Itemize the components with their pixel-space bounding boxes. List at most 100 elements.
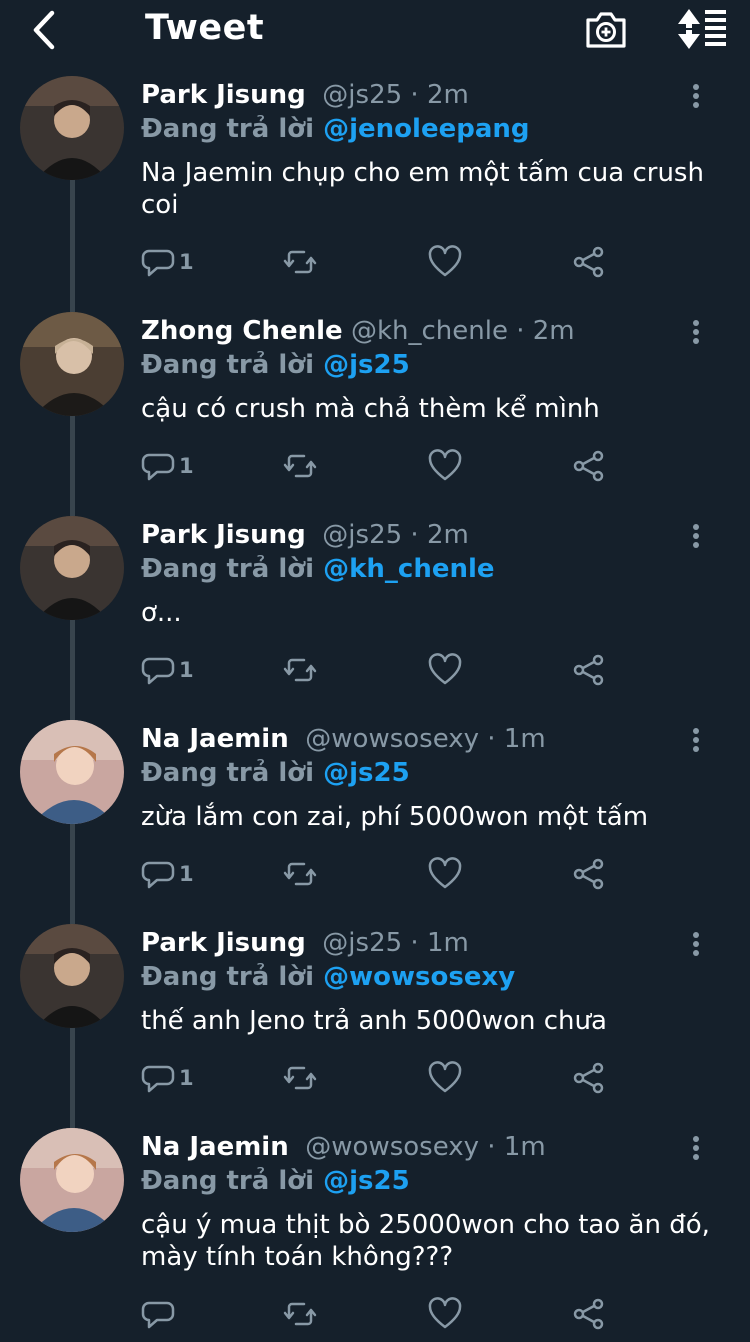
thread-line	[70, 1028, 75, 1128]
retweet-button[interactable]	[283, 244, 317, 280]
author-name[interactable]: Na Jaemin	[141, 724, 289, 754]
more-vertical-icon[interactable]	[688, 522, 704, 552]
camera-plus-icon[interactable]	[584, 8, 628, 50]
author-handle[interactable]: @wowsosexy	[305, 1132, 479, 1162]
share-button[interactable]	[572, 652, 606, 688]
author-name[interactable]: Park Jisung	[141, 928, 306, 958]
reply-icon	[141, 657, 175, 685]
reply-button[interactable]: 1	[141, 856, 194, 892]
retweet-icon	[283, 862, 317, 886]
replying-label: Đang trả lời	[141, 962, 315, 992]
replying-label: Đang trả lời	[141, 114, 315, 144]
retweet-button[interactable]	[283, 1296, 317, 1332]
reply-count: 1	[179, 658, 194, 682]
like-button[interactable]	[428, 1060, 462, 1096]
timestamp: 2m	[426, 80, 469, 110]
author-handle[interactable]: @js25	[322, 80, 402, 110]
avatar[interactable]	[20, 924, 124, 1028]
more-vertical-icon[interactable]	[688, 82, 704, 112]
like-button[interactable]	[428, 448, 462, 484]
tweet-text: cậu có crush mà chả thèm kể mình	[141, 394, 600, 424]
sort-icon[interactable]	[676, 8, 728, 50]
timestamp: 1m	[426, 928, 469, 958]
more-vertical-icon[interactable]	[688, 1134, 704, 1164]
like-icon	[428, 449, 462, 481]
like-button[interactable]	[428, 244, 462, 280]
like-icon	[428, 1297, 462, 1329]
replying-to: Đang trả lời @jenoleepang	[141, 114, 529, 144]
author-handle[interactable]: @js25	[322, 520, 402, 550]
reply-button[interactable]: 1	[141, 1060, 194, 1096]
thread-line	[70, 416, 75, 516]
more-vertical-icon[interactable]	[688, 930, 704, 960]
author-name[interactable]: Zhong Chenle	[141, 316, 343, 346]
share-button[interactable]	[572, 244, 606, 280]
timestamp: 2m	[532, 316, 575, 346]
like-icon	[428, 653, 462, 685]
tweet-actions: 1	[141, 856, 641, 892]
avatar[interactable]	[20, 516, 124, 620]
page-title: Tweet	[145, 8, 265, 48]
back-chevron-icon[interactable]	[28, 10, 62, 50]
reply-icon	[141, 453, 175, 481]
reply-icon	[141, 1065, 175, 1093]
reply-count: 1	[179, 1066, 194, 1090]
like-icon	[428, 1061, 462, 1093]
like-icon	[428, 857, 462, 889]
reply-mention[interactable]: @wowsosexy	[323, 962, 515, 992]
reply-button[interactable]: 1	[141, 448, 194, 484]
top-bar: Tweet	[0, 0, 750, 62]
tweet-text: Na Jaemin chụp cho em một tấm cua crush …	[141, 158, 704, 220]
share-button[interactable]	[572, 856, 606, 892]
share-icon	[573, 246, 604, 278]
share-icon	[573, 450, 604, 482]
avatar[interactable]	[20, 720, 124, 824]
reply-mention[interactable]: @js25	[323, 758, 410, 788]
avatar[interactable]	[20, 76, 124, 180]
retweet-button[interactable]	[283, 652, 317, 688]
avatar[interactable]	[20, 1128, 124, 1232]
replying-label: Đang trả lời	[141, 1166, 315, 1196]
more-vertical-icon[interactable]	[688, 318, 704, 348]
author-handle[interactable]: @kh_chenle	[351, 316, 508, 346]
replying-to: Đang trả lời @wowsosexy	[141, 962, 515, 992]
reply-button[interactable]: 1	[141, 244, 194, 280]
author-name[interactable]: Park Jisung	[141, 80, 306, 110]
reply-mention[interactable]: @js25	[323, 350, 410, 380]
replying-label: Đang trả lời	[141, 554, 315, 584]
like-button[interactable]	[428, 1296, 462, 1332]
author-handle[interactable]: @js25	[322, 928, 402, 958]
author-name[interactable]: Park Jisung	[141, 520, 306, 550]
retweet-icon	[283, 250, 317, 274]
replying-to: Đang trả lời @kh_chenle	[141, 554, 495, 584]
reply-button[interactable]	[141, 1296, 179, 1332]
retweet-icon	[283, 1302, 317, 1326]
share-button[interactable]	[572, 448, 606, 484]
timestamp: 2m	[426, 520, 469, 550]
thread-line	[70, 180, 75, 312]
timestamp: 1m	[503, 724, 546, 754]
retweet-button[interactable]	[283, 856, 317, 892]
share-button[interactable]	[572, 1296, 606, 1332]
like-icon	[428, 245, 462, 277]
reply-count: 1	[179, 250, 194, 274]
retweet-button[interactable]	[283, 1060, 317, 1096]
reply-button[interactable]: 1	[141, 652, 194, 688]
retweet-icon	[283, 454, 317, 478]
reply-mention[interactable]: @jenoleepang	[323, 114, 529, 144]
replying-label: Đang trả lời	[141, 350, 315, 380]
avatar[interactable]	[20, 312, 124, 416]
author-handle[interactable]: @wowsosexy	[305, 724, 479, 754]
retweet-button[interactable]	[283, 448, 317, 484]
tweet-text: cậu ý mua thịt bò 25000won cho tao ăn đó…	[141, 1210, 710, 1272]
author-name[interactable]: Na Jaemin	[141, 1132, 289, 1162]
reply-mention[interactable]: @js25	[323, 1166, 410, 1196]
like-button[interactable]	[428, 652, 462, 688]
share-button[interactable]	[572, 1060, 606, 1096]
like-button[interactable]	[428, 856, 462, 892]
more-vertical-icon[interactable]	[688, 726, 704, 756]
timestamp: 1m	[503, 1132, 546, 1162]
reply-mention[interactable]: @kh_chenle	[323, 554, 494, 584]
share-icon	[573, 858, 604, 890]
tweet-text: ơ...	[141, 598, 182, 628]
